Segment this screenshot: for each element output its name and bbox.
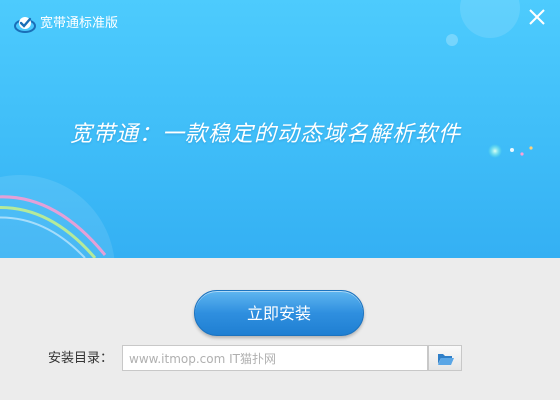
product-tagline: 宽带通：一款稳定的动态域名解析软件: [70, 122, 462, 147]
install-now-button[interactable]: 立即安装: [194, 290, 364, 336]
window-title: 宽带通标准版: [40, 16, 119, 31]
app-logo-icon: [14, 17, 36, 33]
close-icon[interactable]: [524, 4, 550, 30]
install-directory-label: 安装目录：: [48, 351, 114, 366]
header-banner: 宽带通标准版 宽带通：一款稳定的动态域名解析软件: [0, 0, 560, 258]
title-bar[interactable]: 宽带通标准版: [0, 0, 560, 48]
browse-folder-button[interactable]: [428, 345, 462, 371]
folder-open-icon: [438, 354, 454, 365]
installer-window: 宽带通标准版 宽带通：一款稳定的动态域名解析软件 立即安装 安装目录：: [0, 0, 560, 400]
install-directory-input[interactable]: [122, 345, 428, 371]
